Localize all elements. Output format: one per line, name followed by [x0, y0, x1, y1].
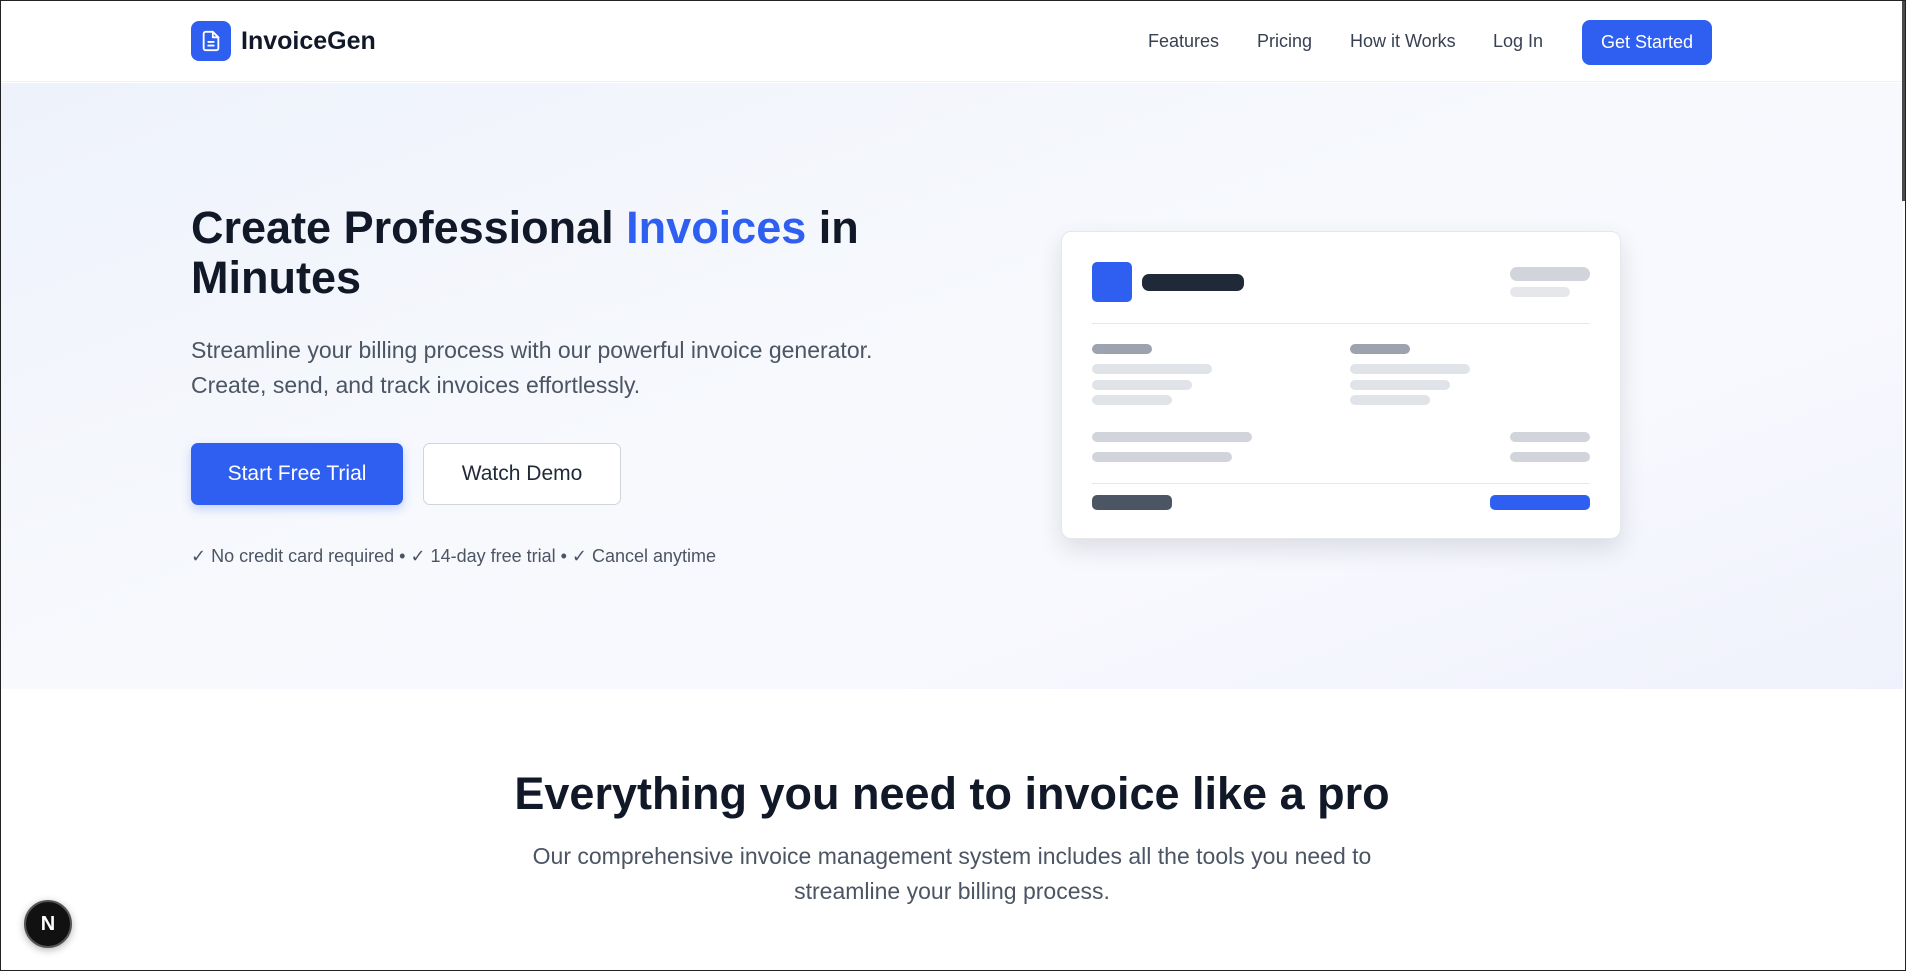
hero-title-part1: Create Professional	[191, 202, 627, 253]
nav-how-it-works[interactable]: How it Works	[1350, 31, 1456, 52]
mock-from-line	[1092, 395, 1172, 405]
scrollbar[interactable]	[1902, 1, 1905, 201]
mock-invoice-date	[1510, 287, 1570, 297]
mock-divider-bottom	[1092, 483, 1590, 484]
mock-invoice-number	[1510, 267, 1590, 281]
mock-item-line	[1092, 452, 1232, 462]
mock-to-line	[1350, 380, 1450, 390]
features-subtitle: Our comprehensive invoice management sys…	[532, 843, 1372, 904]
watch-demo-button[interactable]: Watch Demo	[423, 443, 621, 505]
invoice-preview-illustration	[1061, 231, 1621, 539]
mock-to-line	[1350, 364, 1470, 374]
mock-to-label	[1350, 344, 1410, 354]
features-title: Everything you need to invoice like a pr…	[514, 768, 1390, 819]
logo-text: InvoiceGen	[241, 26, 376, 55]
logo[interactable]: InvoiceGen	[191, 21, 376, 61]
mock-logo-square	[1092, 262, 1132, 302]
mock-company-name	[1142, 274, 1244, 291]
hero-section: Create Professional Invoices in Minutes …	[1, 83, 1903, 689]
mock-total-label	[1092, 495, 1172, 510]
nav-pricing[interactable]: Pricing	[1257, 31, 1312, 52]
start-free-trial-button[interactable]: Start Free Trial	[191, 443, 403, 505]
hero-subtitle: Streamline your billing process with our…	[191, 337, 873, 398]
mock-divider-top	[1092, 323, 1590, 324]
site-header: InvoiceGen Features Pricing How it Works…	[1, 1, 1903, 82]
trial-perks: ✓ No credit card required • ✓ 14-day fre…	[191, 546, 717, 566]
mock-item-amount	[1510, 452, 1590, 462]
document-icon	[191, 21, 231, 61]
mock-from-label	[1092, 344, 1152, 354]
hero-title: Create Professional Invoices in Minutes	[191, 203, 891, 303]
mock-total-amount	[1490, 495, 1590, 510]
hero-title-accent: Invoices	[626, 202, 807, 253]
mock-item-amount	[1510, 432, 1590, 442]
mock-to-line	[1350, 395, 1430, 405]
nextjs-dev-badge[interactable]: N	[24, 900, 72, 948]
get-started-button[interactable]: Get Started	[1582, 20, 1712, 65]
mock-from-line	[1092, 380, 1192, 390]
nav-features[interactable]: Features	[1148, 31, 1219, 52]
mock-item-line	[1092, 432, 1252, 442]
nav-log-in[interactable]: Log In	[1493, 31, 1543, 52]
mock-from-line	[1092, 364, 1212, 374]
